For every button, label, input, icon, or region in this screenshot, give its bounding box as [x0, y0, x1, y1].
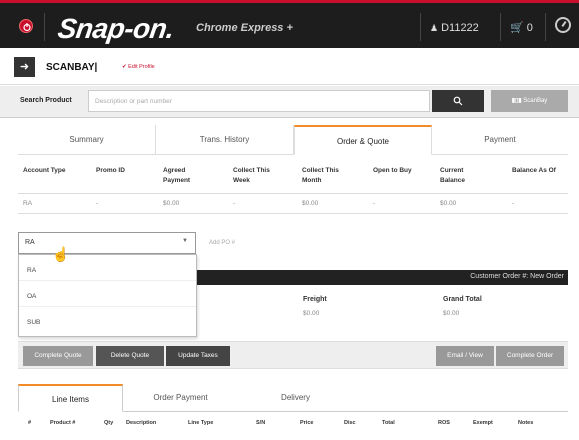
search-button[interactable]	[432, 90, 484, 112]
col-header: Disc	[344, 420, 356, 426]
search-input[interactable]: Description or part number	[88, 90, 430, 112]
email-view-button[interactable]: Email / View	[436, 346, 494, 366]
col-header: Total	[382, 420, 395, 426]
search-label: Search Product	[20, 97, 72, 104]
option-oa[interactable]: OA	[19, 287, 196, 307]
search-icon	[453, 96, 463, 106]
edit-profile-link[interactable]: ✔ Edit Profile	[122, 64, 155, 70]
col-header: Line Type	[188, 420, 214, 426]
cell: -	[96, 200, 99, 207]
search-bar: Search Product Description or part numbe…	[0, 86, 579, 118]
col-header: Balance As Of	[512, 167, 556, 174]
option-sub[interactable]: SUB	[19, 313, 196, 333]
grand-total-value: $0.00	[443, 310, 460, 317]
col-header: Price	[300, 420, 314, 426]
col-header: Description	[126, 420, 157, 426]
cart-button[interactable]: 🛒 0	[510, 21, 533, 34]
option-ra[interactable]: RA	[19, 261, 196, 281]
order-subtabs: Line Items Order Payment Delivery	[18, 384, 568, 412]
account-type-select[interactable]: RA ▼	[18, 232, 196, 254]
order-totals: Freight $0.00 Grand Total $0.00	[197, 286, 568, 338]
complete-order-button[interactable]: Complete Order	[496, 346, 564, 366]
tab-summary[interactable]: Summary	[18, 125, 156, 155]
account-type-options: RA OA SUB	[18, 254, 197, 337]
divider	[545, 13, 546, 41]
customer-order-bar: Customer Order #: New Order	[197, 270, 568, 285]
cell: $0.00	[163, 200, 180, 207]
col-header: Collect This Week	[233, 167, 270, 184]
cell: $0.00	[302, 200, 319, 207]
chevron-down-icon: ▼	[182, 238, 188, 244]
scan-button[interactable]: ▮▯▮ ScanBay	[491, 90, 568, 112]
cart-icon: 🛒	[510, 22, 524, 34]
divider	[44, 13, 45, 41]
col-header: Qty	[104, 420, 114, 426]
col-header: Agreed Payment	[163, 167, 191, 184]
cell: -	[512, 200, 515, 207]
grand-total-label: Grand Total	[443, 296, 482, 303]
divider	[500, 13, 501, 41]
col-header: Promo ID	[96, 167, 125, 174]
top-bar: Snap-on. Chrome Express + ♟ D11222 🛒 0	[0, 0, 579, 48]
update-taxes-button[interactable]: Update Taxes	[166, 346, 230, 366]
tab-line-items[interactable]: Line Items	[18, 384, 123, 412]
tab-payment[interactable]: Payment	[432, 125, 568, 155]
col-header: Current Balance	[440, 167, 465, 184]
add-po-field[interactable]: Add PO #	[209, 240, 235, 246]
col-header: Collect This Month	[302, 167, 339, 184]
freight-value: $0.00	[303, 310, 320, 317]
cart-count: 0	[526, 22, 533, 34]
selected-value: RA	[25, 239, 35, 246]
hand-cursor-icon: ☝	[52, 246, 70, 262]
divider	[18, 193, 568, 194]
tab-delivery[interactable]: Delivery	[243, 384, 348, 412]
action-bar: Complete Quote Delete Quote Update Taxes…	[18, 341, 568, 369]
user-icon: ♟	[430, 23, 439, 33]
back-arrow-button[interactable]: ➜	[14, 57, 35, 77]
col-header: Notes	[518, 420, 534, 426]
customer-name: SCANBAY|	[46, 62, 98, 73]
col-header: Exempt	[473, 420, 493, 426]
col-header: S/N	[256, 420, 266, 426]
freight-label: Freight	[303, 296, 327, 303]
tab-order-quote[interactable]: Order & Quote	[294, 125, 432, 155]
cell: -	[233, 200, 236, 207]
customer-order-number: Customer Order #: New Order	[470, 273, 564, 280]
account-menu[interactable]: ♟ D11222	[430, 22, 479, 34]
account-summary-table: Account Type Promo ID Agreed Payment Col…	[18, 156, 568, 214]
customer-bar: ➜ SCANBAY| ✔ Edit Profile	[0, 51, 579, 85]
col-header: Product #	[50, 420, 76, 426]
power-icon[interactable]	[19, 19, 33, 33]
col-header: #	[28, 420, 32, 426]
col-header: Open to Buy	[373, 167, 412, 174]
barcode-icon: ▮▯▮	[511, 98, 522, 104]
complete-quote-button[interactable]: Complete Quote	[23, 346, 93, 366]
col-header: ROS	[438, 420, 450, 426]
col-header: Account Type	[23, 167, 66, 174]
app-name: Chrome Express +	[196, 22, 293, 34]
cell: $0.00	[440, 200, 457, 207]
delete-quote-button[interactable]: Delete Quote	[96, 346, 164, 366]
cell: -	[373, 200, 376, 207]
brand-logo: Snap-on.	[55, 13, 177, 44]
dashboard-gauge-icon[interactable]	[555, 17, 571, 33]
account-id: D11222	[441, 22, 479, 34]
line-items-header: # Product # Qty Description Line Type S/…	[18, 420, 568, 434]
cell: RA	[23, 200, 33, 207]
tab-trans-history[interactable]: Trans. History	[156, 125, 294, 155]
divider	[420, 13, 421, 41]
tab-order-payment[interactable]: Order Payment	[128, 384, 233, 412]
main-tabs: Summary Trans. History Order & Quote Pay…	[18, 125, 568, 155]
